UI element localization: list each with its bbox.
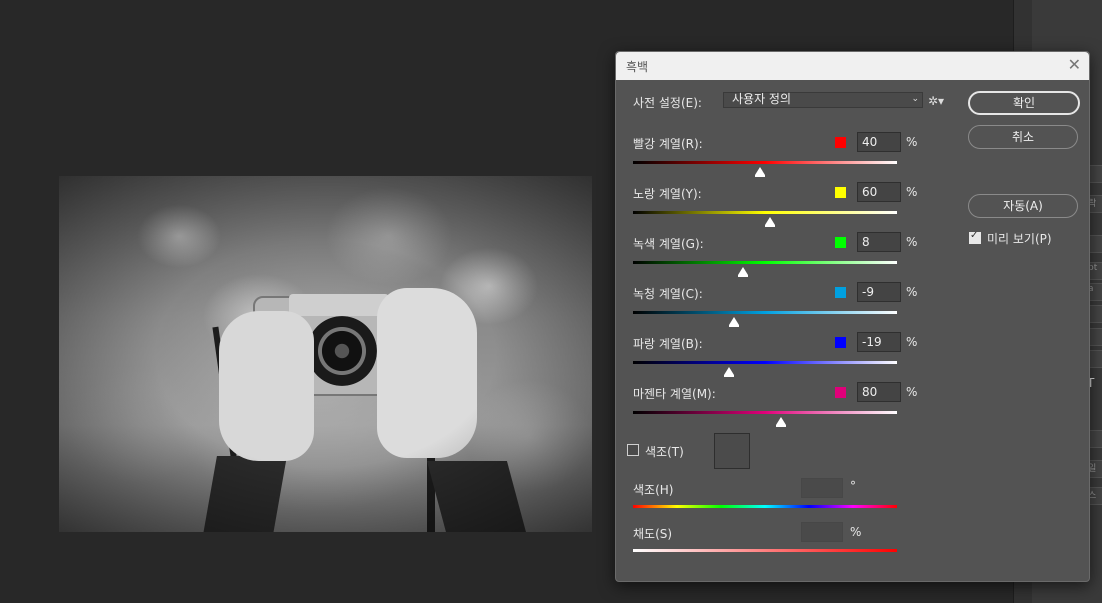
channel-slider-track[interactable] xyxy=(633,361,897,364)
hue-label: 색조(H) xyxy=(633,483,674,497)
channel-label: 빨강 계열(R): xyxy=(633,137,703,151)
document-image[interactable] xyxy=(59,176,592,532)
channel-label: 녹청 계열(C): xyxy=(633,287,703,301)
hue-slider[interactable] xyxy=(633,505,897,508)
channel-label: 파랑 계열(B): xyxy=(633,337,703,351)
preview-checkbox[interactable] xyxy=(969,230,981,244)
hue-input[interactable] xyxy=(801,478,843,498)
channel-value-input[interactable]: -9 xyxy=(857,282,901,302)
hue-unit: ° xyxy=(850,479,856,493)
percent-sign: % xyxy=(906,185,918,199)
percent-sign: % xyxy=(906,135,918,149)
channel-color-swatch xyxy=(835,387,846,398)
channel-value-input[interactable]: 8 xyxy=(857,232,901,252)
channel-value-input[interactable]: 80 xyxy=(857,382,901,402)
gear-icon[interactable]: ✲▾ xyxy=(928,94,944,108)
dialog-title: 흑백 xyxy=(626,60,649,74)
saturation-input[interactable] xyxy=(801,522,843,542)
vignette xyxy=(59,176,592,532)
channel-color-swatch xyxy=(835,237,846,248)
percent-sign: % xyxy=(906,285,918,299)
percent-sign: % xyxy=(906,385,918,399)
channel-value-input[interactable]: 60 xyxy=(857,182,901,202)
channel-color-swatch xyxy=(835,137,846,148)
channel-color-swatch xyxy=(835,287,846,298)
channel-label: 마젠타 계열(M): xyxy=(633,387,716,401)
channel-value-input[interactable]: 40 xyxy=(857,132,901,152)
close-icon[interactable]: ✕ xyxy=(1068,55,1081,74)
slider-thumb[interactable] xyxy=(728,317,739,327)
channel-label: 녹색 계열(G): xyxy=(633,237,704,251)
slider-thumb[interactable] xyxy=(765,217,776,227)
dialog-titlebar[interactable]: 흑백 ✕ xyxy=(616,52,1089,80)
slider-thumb[interactable] xyxy=(754,167,765,177)
channel-color-swatch xyxy=(835,337,846,348)
slider-thumb[interactable] xyxy=(775,417,786,427)
tint-checkbox[interactable] xyxy=(627,444,639,456)
channel-slider-track[interactable] xyxy=(633,161,897,164)
slider-thumb[interactable] xyxy=(737,267,748,277)
preset-select[interactable]: 사용자 정의 ⌄ xyxy=(723,92,923,108)
chevron-down-icon: ⌄ xyxy=(911,94,919,104)
saturation-slider[interactable] xyxy=(633,549,897,552)
channel-color-swatch xyxy=(835,187,846,198)
channel-slider-track[interactable] xyxy=(633,411,897,414)
tint-color-swatch[interactable] xyxy=(714,433,750,469)
preset-value: 사용자 정의 xyxy=(732,92,792,106)
saturation-label: 채도(S) xyxy=(633,527,673,541)
slider-thumb[interactable] xyxy=(723,367,734,377)
preset-label: 사전 설정(E): xyxy=(633,96,702,110)
channel-slider-track[interactable] xyxy=(633,211,897,214)
percent-sign: % xyxy=(906,235,918,249)
auto-button[interactable]: 자동(A) xyxy=(968,194,1078,218)
cancel-button[interactable]: 취소 xyxy=(968,125,1078,149)
channel-slider-track[interactable] xyxy=(633,311,897,314)
saturation-unit: % xyxy=(850,525,862,539)
tint-label: 색조(T) xyxy=(645,445,684,459)
preview-label: 미리 보기(P) xyxy=(987,232,1052,246)
channel-label: 노랑 계열(Y): xyxy=(633,187,702,201)
percent-sign: % xyxy=(906,335,918,349)
black-white-dialog: 흑백 ✕ 사전 설정(E): 사용자 정의 ⌄ ✲▾ 빨강 계열(R): 40% 노… xyxy=(615,51,1090,582)
channel-slider-track[interactable] xyxy=(633,261,897,264)
ok-button[interactable]: 확인 xyxy=(968,91,1080,115)
channel-value-input[interactable]: -19 xyxy=(857,332,901,352)
